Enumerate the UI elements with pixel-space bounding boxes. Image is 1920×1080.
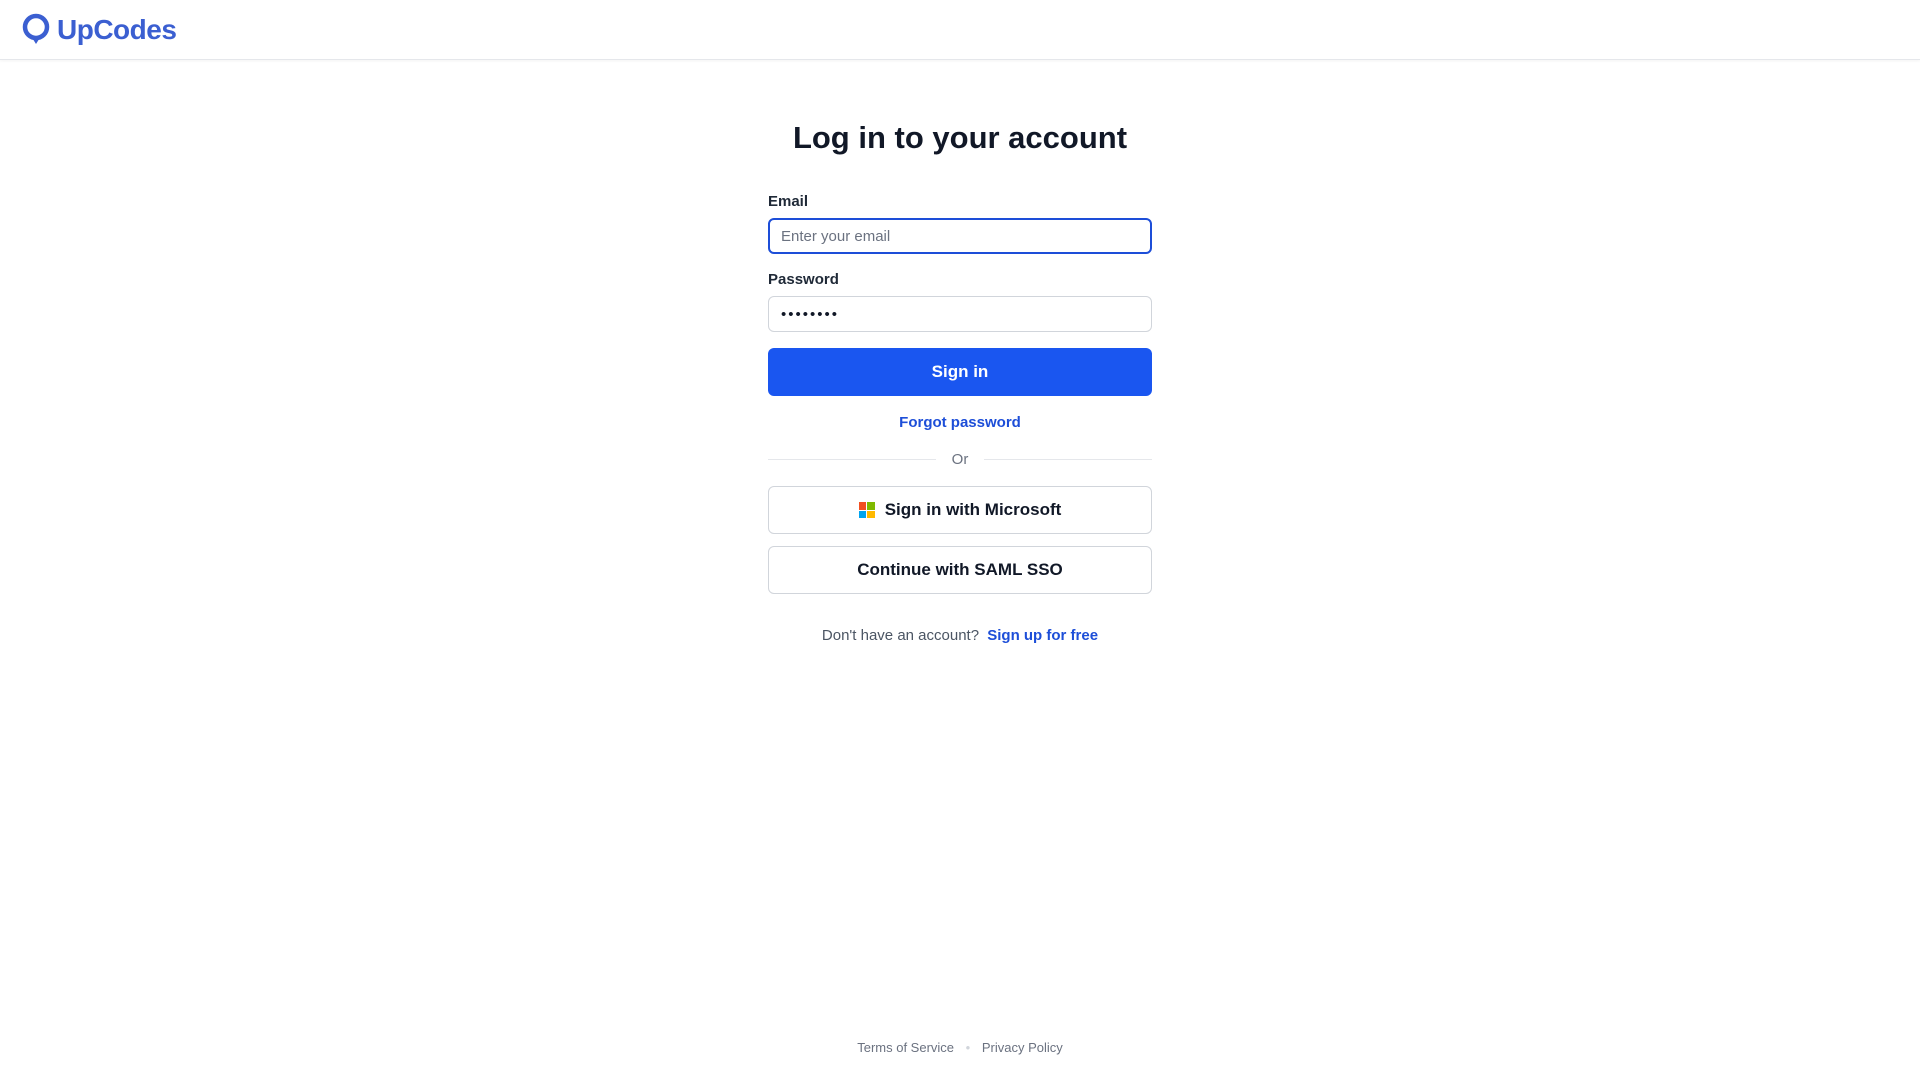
or-divider: Or: [768, 449, 1152, 469]
saml-sso-button[interactable]: Continue with SAML SSO: [768, 546, 1152, 594]
sign-in-microsoft-button[interactable]: Sign in with Microsoft: [768, 486, 1152, 534]
microsoft-logo-icon: [858, 502, 875, 518]
no-account-text: Don't have an account?: [821, 627, 980, 644]
divider-line-right: [984, 459, 1152, 460]
email-field[interactable]: [768, 218, 1152, 254]
sign-up-link[interactable]: Sign up for free: [987, 627, 1098, 644]
password-label: Password: [768, 271, 839, 288]
password-field[interactable]: [768, 296, 1152, 332]
saml-button-label: Continue with SAML SSO: [857, 560, 1063, 579]
forgot-password-link[interactable]: Forgot password: [768, 414, 1152, 431]
upcodes-logo-link[interactable]: UpCodes: [21, 12, 177, 48]
top-header: UpCodes: [0, 0, 1920, 60]
upcodes-logo-icon: [22, 13, 50, 44]
microsoft-button-label: Sign in with Microsoft: [884, 500, 1062, 519]
sign-in-button[interactable]: Sign in: [768, 348, 1152, 396]
terms-of-service-link[interactable]: Terms of Service: [857, 1040, 954, 1055]
email-label: Email: [768, 193, 809, 210]
logo-text: UpCodes: [57, 14, 177, 45]
page-title: Log in to your account: [792, 120, 1128, 155]
footer: Terms of Service • Privacy Policy: [768, 1040, 1152, 1055]
signup-prompt: Don't have an account? Sign up for free: [768, 627, 1152, 644]
footer-separator: •: [965, 1040, 971, 1055]
privacy-policy-link[interactable]: Privacy Policy: [982, 1040, 1063, 1055]
